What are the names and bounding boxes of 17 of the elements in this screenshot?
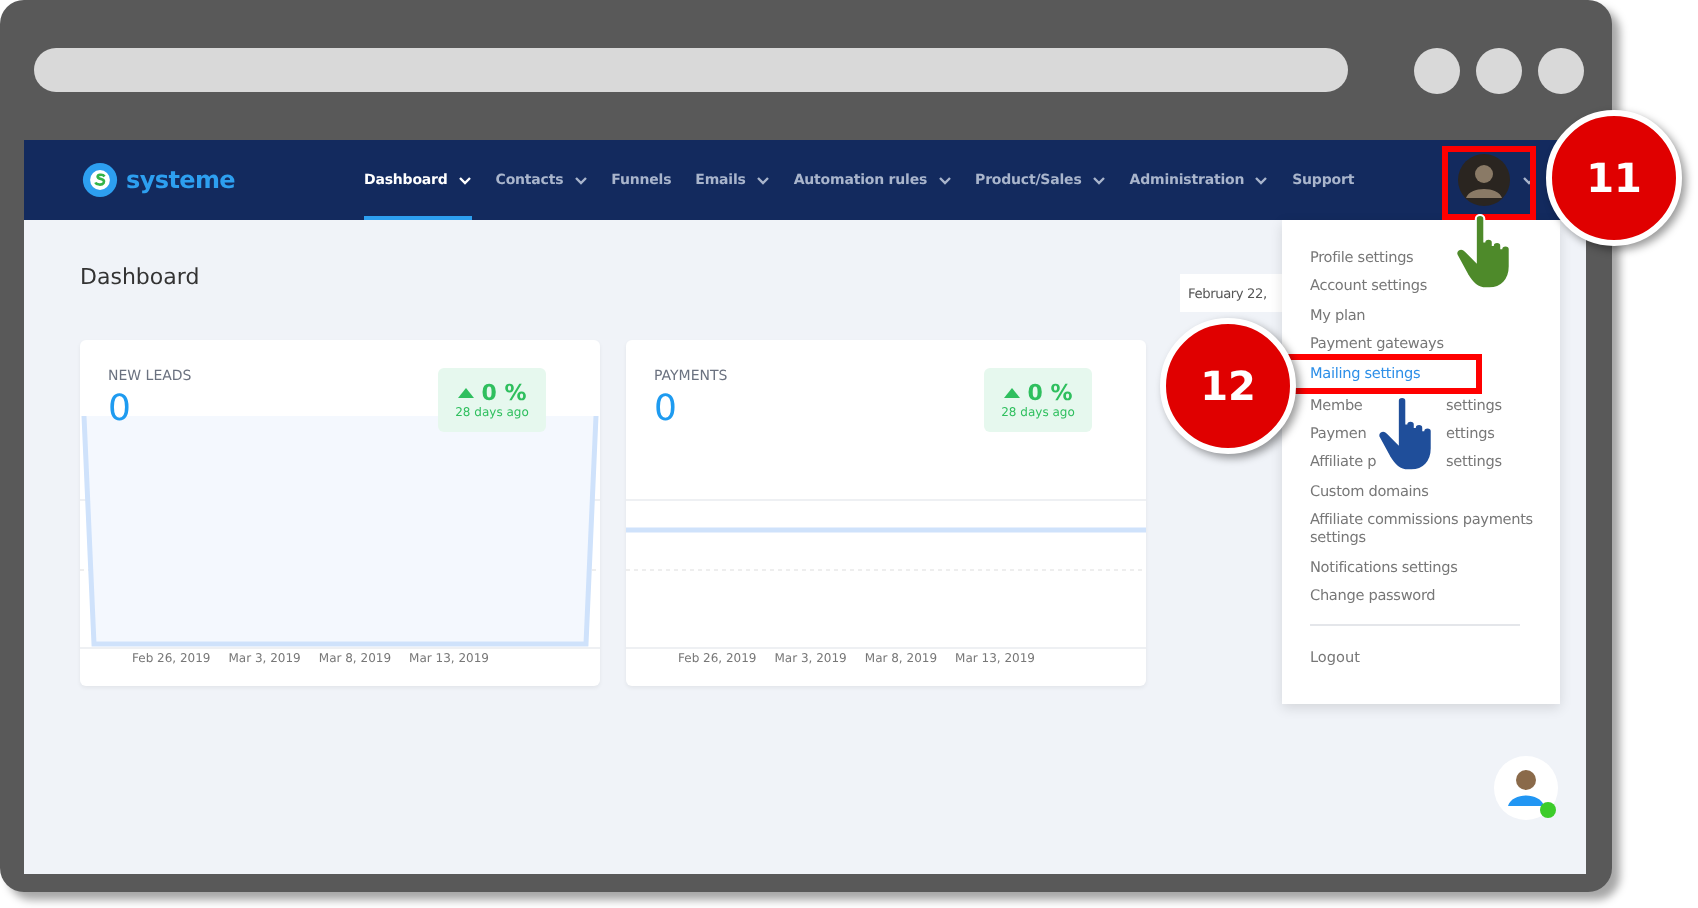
window-control-icon[interactable] — [1476, 47, 1523, 93]
stat-value: 0 — [108, 388, 131, 430]
change-value: 0 % — [481, 380, 527, 406]
caret-icon[interactable] — [1522, 175, 1536, 185]
up-triangle-icon — [457, 388, 474, 398]
chat-avatar[interactable] — [1492, 754, 1560, 822]
window-control-icon[interactable] — [1414, 47, 1461, 93]
avatar[interactable] — [1458, 154, 1510, 206]
logo-icon — [82, 162, 118, 198]
highlight-frame — [1442, 146, 1536, 220]
step-number: 11 — [1546, 110, 1682, 246]
page-title: Dashboard — [80, 263, 202, 289]
stat-value: 0 — [654, 388, 677, 430]
window-control-icon[interactable] — [1538, 47, 1584, 93]
change-value: 0 % — [1027, 380, 1073, 406]
up-triangle-icon — [1003, 388, 1020, 398]
brand-name: systeme — [126, 166, 236, 194]
